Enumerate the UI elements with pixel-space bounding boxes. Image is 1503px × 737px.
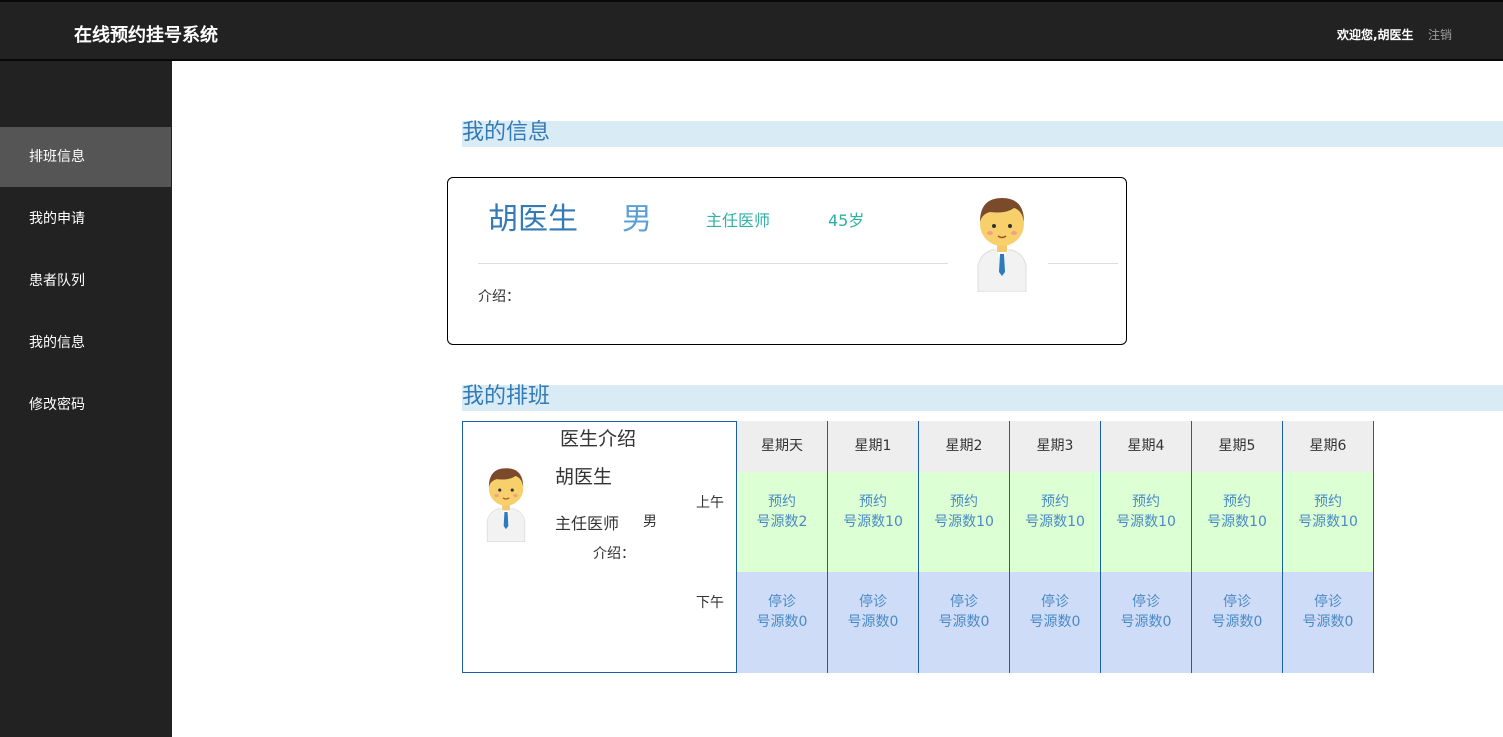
logout-link[interactable]: 注销 <box>1428 26 1452 43</box>
schedule-doctor-title: 主任医师 <box>555 514 620 533</box>
slot-status: 停诊 <box>1041 594 1069 610</box>
schedule-doctor-sex: 男 <box>643 514 657 530</box>
sidebar: 排班信息 我的申请 患者队列 我的信息 修改密码 <box>0 61 172 737</box>
pm-slot-cell: 停诊号源数0 <box>736 572 827 673</box>
slot-count: 号源数0 <box>1120 614 1172 630</box>
pm-slot-cell: 停诊号源数0 <box>1282 572 1373 673</box>
slot-count: 号源数10 <box>1207 514 1267 530</box>
doctor-avatar-icon <box>486 468 526 543</box>
day-header: 星期6 <box>1282 421 1373 472</box>
pm-slot-cell: 停诊号源数0 <box>1191 572 1282 673</box>
top-navbar: 在线预约挂号系统 欢迎您,胡医生 注销 <box>0 0 1503 61</box>
am-slot-cell[interactable]: 预约号源数10 <box>918 472 1009 572</box>
doctor-age: 45岁 <box>828 211 865 230</box>
doctor-intro-label: 介绍： <box>478 289 520 305</box>
slot-count: 号源数10 <box>1116 514 1176 530</box>
slot-count: 号源数10 <box>934 514 994 530</box>
slot-status: 预约 <box>859 494 887 510</box>
pm-slot-cell: 停诊号源数0 <box>1100 572 1191 673</box>
pm-slot-cell: 停诊号源数0 <box>1009 572 1100 673</box>
morning-label: 上午 <box>696 495 724 511</box>
slot-status: 停诊 <box>859 594 887 610</box>
doctor-title: 主任医师 <box>706 211 771 230</box>
slot-status: 预约 <box>768 494 796 510</box>
welcome-text: 欢迎您,胡医生 <box>1337 28 1414 42</box>
slot-count: 号源数0 <box>1302 614 1354 630</box>
sidebar-item-my-info[interactable]: 我的信息 <box>0 313 171 373</box>
slot-count: 号源数0 <box>1211 614 1263 630</box>
pm-slot-cell: 停诊号源数0 <box>918 572 1009 673</box>
slot-status: 预约 <box>1314 494 1342 510</box>
schedule-table: 医生介绍 胡医生 主任医师 男 介绍： 上午 下午 星期天 星期1 星期2 星期… <box>462 421 1374 673</box>
slot-status: 预约 <box>950 494 978 510</box>
pm-slot-cell: 停诊号源数0 <box>827 572 918 673</box>
schedule-section-title: 我的排班 <box>462 384 551 409</box>
day-header: 星期1 <box>827 421 918 472</box>
slot-status: 停诊 <box>950 594 978 610</box>
doctor-name: 胡医生 <box>488 202 578 237</box>
am-slot-cell[interactable]: 预约号源数10 <box>1100 472 1191 572</box>
slot-status: 预约 <box>1223 494 1251 510</box>
day-header: 星期5 <box>1191 421 1282 472</box>
slot-count: 号源数0 <box>756 614 808 630</box>
slot-status: 停诊 <box>1223 594 1251 610</box>
slot-count: 号源数10 <box>1025 514 1085 530</box>
day-header: 星期2 <box>918 421 1009 472</box>
slot-status: 停诊 <box>1314 594 1342 610</box>
slot-count: 号源数0 <box>847 614 899 630</box>
am-slot-cell[interactable]: 预约号源数10 <box>1009 472 1100 572</box>
slot-count: 号源数10 <box>843 514 903 530</box>
schedule-doctor-name: 胡医生 <box>555 466 613 488</box>
app-brand[interactable]: 在线预约挂号系统 <box>74 21 218 47</box>
schedule-intro-label: 介绍： <box>593 546 635 562</box>
day-header: 星期3 <box>1009 421 1100 472</box>
divider <box>1048 263 1118 264</box>
slot-status: 停诊 <box>768 594 796 610</box>
my-info-section-title: 我的信息 <box>462 120 551 145</box>
slot-count: 号源数2 <box>756 514 808 530</box>
doctor-intro-heading: 医生介绍 <box>560 428 637 450</box>
slot-count: 号源数0 <box>1029 614 1081 630</box>
schedule-section-header: 我的排班 <box>462 384 1503 411</box>
slot-status: 停诊 <box>1132 594 1160 610</box>
sidebar-item-my-applications[interactable]: 我的申请 <box>0 189 171 249</box>
doctor-sex: 男 <box>622 202 652 237</box>
am-slot-cell[interactable]: 预约号源数10 <box>1282 472 1373 572</box>
doctor-info-card: 胡医生 男 主任医师 45岁 介绍： <box>447 177 1127 345</box>
slot-count: 号源数10 <box>1298 514 1358 530</box>
sidebar-item-change-password[interactable]: 修改密码 <box>0 375 171 435</box>
divider <box>478 263 948 264</box>
am-slot-cell[interactable]: 预约号源数2 <box>736 472 827 572</box>
day-header: 星期天 <box>736 421 827 472</box>
sidebar-item-schedule[interactable]: 排班信息 <box>0 127 171 187</box>
slot-count: 号源数0 <box>938 614 990 630</box>
sidebar-item-patient-queue[interactable]: 患者队列 <box>0 251 171 311</box>
day-header: 星期4 <box>1100 421 1191 472</box>
slot-status: 预约 <box>1132 494 1160 510</box>
slot-status: 预约 <box>1041 494 1069 510</box>
am-slot-cell[interactable]: 预约号源数10 <box>827 472 918 572</box>
doctor-avatar-icon <box>977 198 1027 292</box>
afternoon-label: 下午 <box>696 595 724 611</box>
my-info-section-header: 我的信息 <box>462 120 1503 147</box>
am-slot-cell[interactable]: 预约号源数10 <box>1191 472 1282 572</box>
